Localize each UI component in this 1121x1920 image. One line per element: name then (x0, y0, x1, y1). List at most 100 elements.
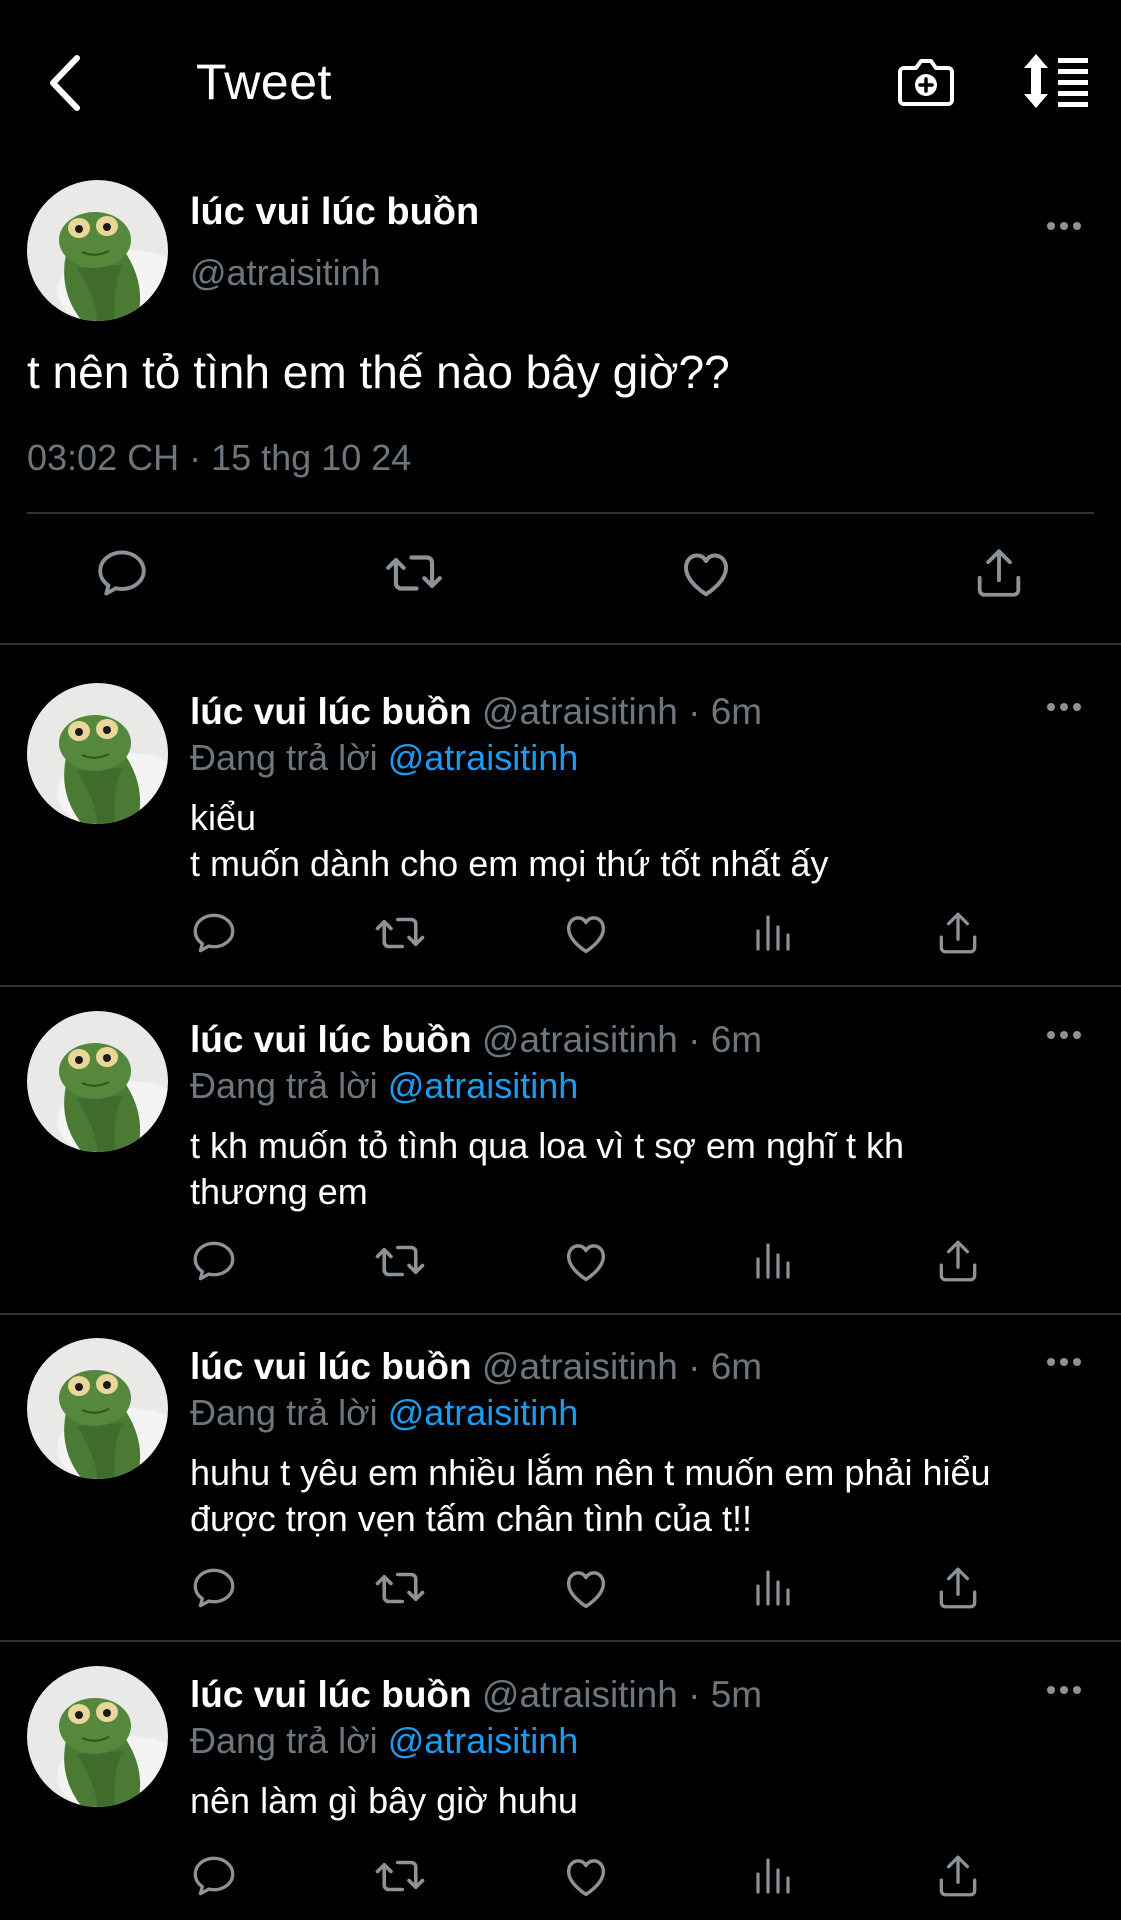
share-icon (933, 1851, 983, 1901)
reply-button[interactable] (89, 540, 155, 606)
sort-button[interactable] (1020, 52, 1092, 112)
more-dot (1060, 222, 1068, 230)
replying-to: Đang trả lời @atraisitinh (190, 1718, 578, 1764)
author-name[interactable]: lúc vui lúc buồn (190, 691, 472, 732)
retweet-icon (373, 1849, 427, 1903)
reply-text-line: kiểu (190, 797, 257, 838)
tweet-timestamp[interactable]: 03:02 CH · 15 thg 10 24 (27, 434, 411, 482)
replying-to-prefix: Đang trả lời (190, 1392, 388, 1433)
reply-button[interactable] (186, 1560, 242, 1616)
camera-button[interactable] (896, 52, 956, 112)
reply-header: lúc vui lúc buồn @atraisitinh · 6m (190, 1017, 762, 1063)
reply-text-line: nên làm gì bây giờ huhu (190, 1780, 578, 1821)
more-dot (1047, 222, 1055, 230)
like-button[interactable] (558, 1848, 614, 1904)
replying-to: Đang trả lời @atraisitinh (190, 1390, 578, 1436)
like-button[interactable] (558, 905, 614, 961)
reply-text: huhu t yêu em nhiều lắm nên t muốn em ph… (190, 1450, 1090, 1542)
author-name[interactable]: lúc vui lúc buồn (190, 188, 479, 236)
reply-text: t kh muốn tỏ tình qua loa vì t sợ em ngh… (190, 1123, 1090, 1215)
stats-icon (748, 1852, 796, 1900)
reply-tweet[interactable]: lúc vui lúc buồn @atraisitinh · 6m Đang … (0, 983, 1121, 1313)
share-icon (933, 1236, 983, 1286)
share-button[interactable] (966, 540, 1032, 606)
mention-link[interactable]: @atraisitinh (388, 1392, 579, 1433)
reply-tweet[interactable]: lúc vui lúc buồn @atraisitinh · 6m Đang … (0, 1310, 1121, 1640)
author-meta: @atraisitinh · 6m (481, 691, 763, 732)
share-button[interactable] (930, 905, 986, 961)
more-dot (1047, 1686, 1055, 1694)
reply-icon (189, 1236, 239, 1286)
more-dot (1073, 1031, 1081, 1039)
author-meta: @atraisitinh · 6m (481, 1019, 763, 1060)
views-button[interactable] (744, 1560, 800, 1616)
reply-header: lúc vui lúc buồn @atraisitinh · 5m (190, 1672, 762, 1718)
reply-tweet[interactable]: lúc vui lúc buồn @atraisitinh · 6m Đang … (0, 655, 1121, 985)
author-name[interactable]: lúc vui lúc buồn (190, 1019, 472, 1060)
replying-to-prefix: Đang trả lời (190, 1720, 388, 1761)
share-button[interactable] (930, 1560, 986, 1616)
replying-to: Đang trả lời @atraisitinh (190, 735, 578, 781)
reply-text-line: huhu t yêu em nhiều lắm nên t muốn em ph… (190, 1452, 991, 1493)
avatar[interactable] (27, 683, 168, 824)
share-button[interactable] (930, 1848, 986, 1904)
mention-link[interactable]: @atraisitinh (388, 1720, 579, 1761)
share-button[interactable] (930, 1233, 986, 1289)
reply-text: kiểu t muốn dành cho em mọi thứ tốt nhất… (190, 795, 1090, 887)
more-options-button[interactable] (1042, 1680, 1086, 1700)
tweet-actions (0, 540, 1121, 620)
stats-icon (748, 1564, 796, 1612)
more-dot (1060, 1358, 1068, 1366)
chevron-left-icon (50, 55, 80, 111)
reply-button[interactable] (186, 1848, 242, 1904)
reply-actions (0, 905, 1121, 965)
retweet-button[interactable] (372, 1233, 428, 1289)
more-options-button[interactable] (1042, 1025, 1086, 1045)
reply-text-line: được trọn vẹn tấm chân tình của t!! (190, 1498, 752, 1539)
author-handle[interactable]: @atraisitinh (190, 250, 381, 296)
more-options-button[interactable] (1042, 216, 1086, 236)
reply-button[interactable] (186, 905, 242, 961)
share-icon (933, 1563, 983, 1613)
author-name[interactable]: lúc vui lúc buồn (190, 1346, 472, 1387)
retweet-button[interactable] (381, 540, 447, 606)
reply-button[interactable] (186, 1233, 242, 1289)
camera-plus-icon (898, 59, 954, 106)
divider (27, 512, 1094, 514)
avatar[interactable] (27, 1666, 168, 1807)
reply-text-line: t kh muốn tỏ tình qua loa vì t sợ em ngh… (190, 1125, 904, 1166)
retweet-button[interactable] (372, 1560, 428, 1616)
reply-header: lúc vui lúc buồn @atraisitinh · 6m (190, 1344, 762, 1390)
like-button[interactable] (558, 1233, 614, 1289)
replying-to-prefix: Đang trả lời (190, 737, 388, 778)
views-button[interactable] (744, 1848, 800, 1904)
avatar[interactable] (27, 1011, 168, 1152)
share-icon (970, 544, 1028, 602)
views-button[interactable] (744, 905, 800, 961)
like-button[interactable] (558, 1560, 614, 1616)
reply-icon (189, 1851, 239, 1901)
sort-icon (1024, 54, 1088, 108)
mention-link[interactable]: @atraisitinh (388, 737, 579, 778)
share-icon (933, 908, 983, 958)
more-options-button[interactable] (1042, 1352, 1086, 1372)
heart-icon (560, 1562, 612, 1614)
stats-icon (748, 1237, 796, 1285)
author-name[interactable]: lúc vui lúc buồn (190, 1674, 472, 1715)
reply-text: nên làm gì bây giờ huhu (190, 1778, 1090, 1824)
avatar[interactable] (27, 180, 168, 321)
reply-tweet[interactable]: lúc vui lúc buồn @atraisitinh · 5m Đang … (0, 1638, 1121, 1920)
mention-link[interactable]: @atraisitinh (388, 1065, 579, 1106)
heart-icon (560, 1850, 612, 1902)
tweet-text: t nên tỏ tình em thế nào bây giờ?? (27, 346, 730, 398)
more-dot (1047, 703, 1055, 711)
more-dot (1073, 703, 1081, 711)
views-button[interactable] (744, 1233, 800, 1289)
back-button[interactable] (34, 48, 94, 118)
like-button[interactable] (673, 540, 739, 606)
retweet-button[interactable] (372, 1848, 428, 1904)
more-options-button[interactable] (1042, 697, 1086, 717)
avatar[interactable] (27, 1338, 168, 1479)
retweet-button[interactable] (372, 905, 428, 961)
top-bar: Tweet (0, 0, 1121, 165)
